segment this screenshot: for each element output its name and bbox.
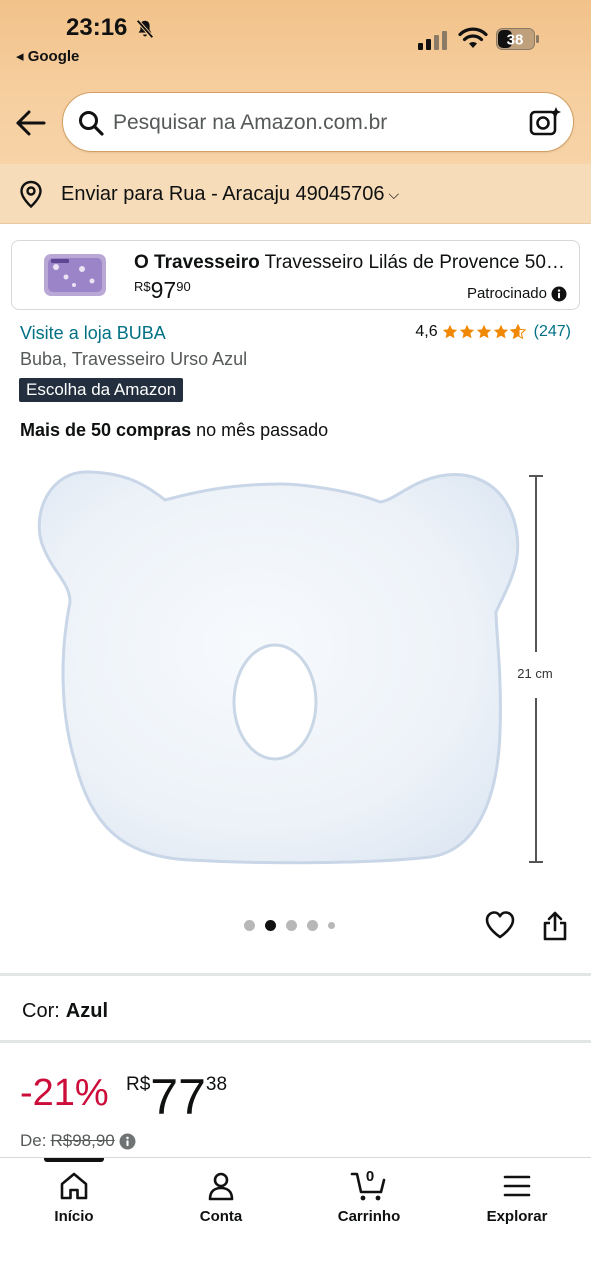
carousel-dot[interactable] — [328, 922, 335, 929]
home-icon — [60, 1172, 88, 1200]
sponsored-price-int: 97 — [150, 277, 177, 303]
menu-icon — [503, 1175, 531, 1197]
nav-explore-label: Explorar — [486, 1208, 548, 1225]
nav-explore[interactable]: Explorar — [462, 1170, 572, 1240]
sponsored-product-title[interactable]: O Travesseiro Travesseiro Lilás de Prove… — [134, 252, 566, 274]
price-dec: 38 — [205, 1074, 228, 1095]
top-header: 23:16 ◂ Google 38 — [0, 0, 591, 164]
account-icon — [208, 1172, 234, 1201]
sponsored-price-dec: 90 — [176, 279, 191, 294]
carousel-dot[interactable] — [286, 920, 297, 931]
sponsored-label[interactable]: Patrocinado — [467, 285, 567, 302]
carousel-dot-active[interactable] — [265, 920, 276, 931]
delivery-address-label: Enviar para Rua - Aracaju 49045706 — [61, 183, 385, 205]
sponsored-price: R$9790 — [134, 277, 191, 304]
amazon-choice-badge: Escolha da Amazon — [19, 378, 184, 402]
back-to-google-link[interactable]: ◂ Google — [16, 47, 79, 65]
list-price-label: De: — [20, 1131, 47, 1150]
list-price-value: R$98,90 — [50, 1131, 115, 1150]
nav-home-label: Início — [54, 1208, 94, 1225]
wifi-icon — [458, 27, 488, 48]
purchases-period: no mês passado — [191, 420, 329, 440]
price-currency: R$ — [126, 1074, 151, 1095]
search-icon[interactable] — [77, 109, 105, 137]
star-icon — [442, 324, 457, 339]
sponsored-product-card[interactable]: O Travesseiro Travesseiro Lilás de Prove… — [11, 240, 580, 310]
delivery-location-bar[interactable]: Enviar para Rua - Aracaju 49045706 ⌵ — [0, 164, 591, 224]
color-selector[interactable]: Cor: Azul — [22, 1000, 108, 1023]
image-carousel-dots — [244, 920, 335, 931]
purchases-info: Mais de 50 compras no mês passado — [20, 420, 328, 441]
battery-icon: 38 — [496, 28, 540, 50]
carousel-dot[interactable] — [244, 920, 255, 931]
heart-icon[interactable] — [484, 909, 516, 941]
product-image[interactable]: 21 cm — [30, 462, 570, 874]
nav-cart-label: Carrinho — [337, 1208, 401, 1225]
nav-account-label: Conta — [199, 1208, 243, 1225]
share-icon[interactable] — [541, 910, 569, 942]
sponsored-product-image — [44, 254, 106, 296]
sponsored-label-text: Patrocinado — [466, 285, 547, 302]
sponsored-title-text: Travesseiro Lilás de Provence 50… — [259, 252, 565, 273]
color-label: Cor: — [22, 1000, 60, 1022]
delivery-address[interactable]: Enviar para Rua - Aracaju 49045706 ⌵ — [61, 183, 399, 206]
purchases-count: Mais de 50 compras — [20, 420, 192, 440]
active-tab-indicator — [44, 1158, 104, 1162]
star-icon — [459, 324, 474, 339]
back-arrow-icon[interactable] — [14, 106, 48, 140]
star-icon — [493, 324, 508, 339]
current-price: R$7738 — [126, 1068, 227, 1126]
bell-off-icon — [136, 19, 154, 39]
rating-value: 4,6 — [415, 323, 438, 340]
cart-count-badge: 0 — [365, 1168, 375, 1185]
location-pin-icon — [20, 180, 42, 208]
chevron-down-icon: ⌵ — [388, 186, 400, 203]
info-icon[interactable] — [551, 286, 567, 302]
nav-home[interactable]: Início — [19, 1170, 129, 1240]
bottom-navigation: Início Conta 0 Carrinho Explorar — [0, 1157, 591, 1280]
rating-stars — [442, 324, 526, 340]
rating-count[interactable]: (247) — [534, 323, 571, 341]
star-half-icon — [509, 324, 526, 340]
color-value: Azul — [65, 1000, 109, 1022]
dimension-label: 21 cm — [517, 666, 552, 681]
visit-store-link[interactable]: Visite a loja BUBA — [20, 323, 166, 344]
discount-percent: -21% — [20, 1072, 109, 1114]
search-bar[interactable] — [62, 92, 574, 152]
star-icon — [476, 324, 491, 339]
list-price: De: R$98,90 — [20, 1131, 136, 1151]
section-divider — [0, 973, 591, 976]
nav-cart[interactable]: 0 Carrinho — [314, 1168, 424, 1240]
product-rating[interactable]: 4,6 (247) — [415, 323, 571, 341]
battery-level: 38 — [507, 32, 524, 49]
sponsored-price-currency: R$ — [134, 279, 151, 294]
section-divider — [0, 1040, 591, 1043]
signal-icon — [418, 31, 447, 50]
carousel-dot[interactable] — [307, 920, 318, 931]
sponsored-brand: O Travesseiro — [134, 252, 260, 273]
price-int: 77 — [150, 1069, 206, 1125]
status-bar: 23:16 ◂ Google 38 — [0, 0, 591, 80]
nav-account[interactable]: Conta — [166, 1170, 276, 1240]
product-title: Buba, Travesseiro Urso Azul — [20, 349, 248, 369]
camera-icon[interactable] — [529, 106, 561, 138]
status-time: 23:16 — [66, 14, 128, 41]
search-input[interactable] — [113, 107, 513, 139]
info-icon[interactable] — [119, 1133, 136, 1150]
